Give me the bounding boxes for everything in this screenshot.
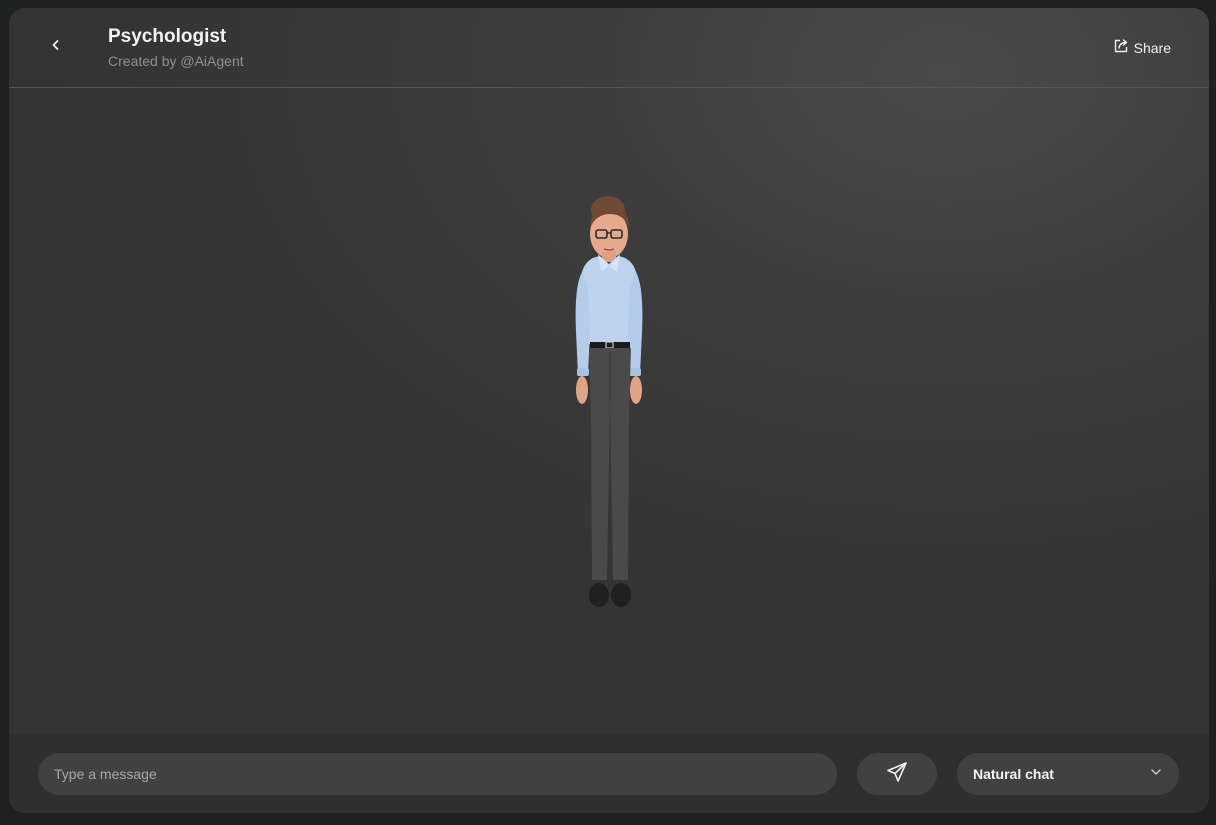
avatar-figure[interactable] [544,192,674,616]
page-title: Psychologist [108,26,227,47]
avatar-stage [9,88,1209,734]
composer-bar: Natural chat [9,734,1209,813]
share-label: Share [1133,39,1171,56]
share-button[interactable]: Share [1113,38,1171,57]
chat-mode-label: Natural chat [973,766,1054,782]
chat-mode-select[interactable]: Natural chat [957,753,1179,795]
share-icon [1113,38,1129,57]
send-button[interactable] [857,753,937,795]
chevron-left-icon [50,38,62,56]
creator-subtitle: Created by @AiAgent [108,53,244,69]
message-input[interactable] [38,753,837,795]
chevron-down-icon [1149,765,1163,784]
header: Psychologist Created by @AiAgent Share [9,8,1209,88]
app-window: Psychologist Created by @AiAgent Share T… [9,8,1209,813]
back-button[interactable] [34,32,78,62]
send-icon [886,761,908,788]
